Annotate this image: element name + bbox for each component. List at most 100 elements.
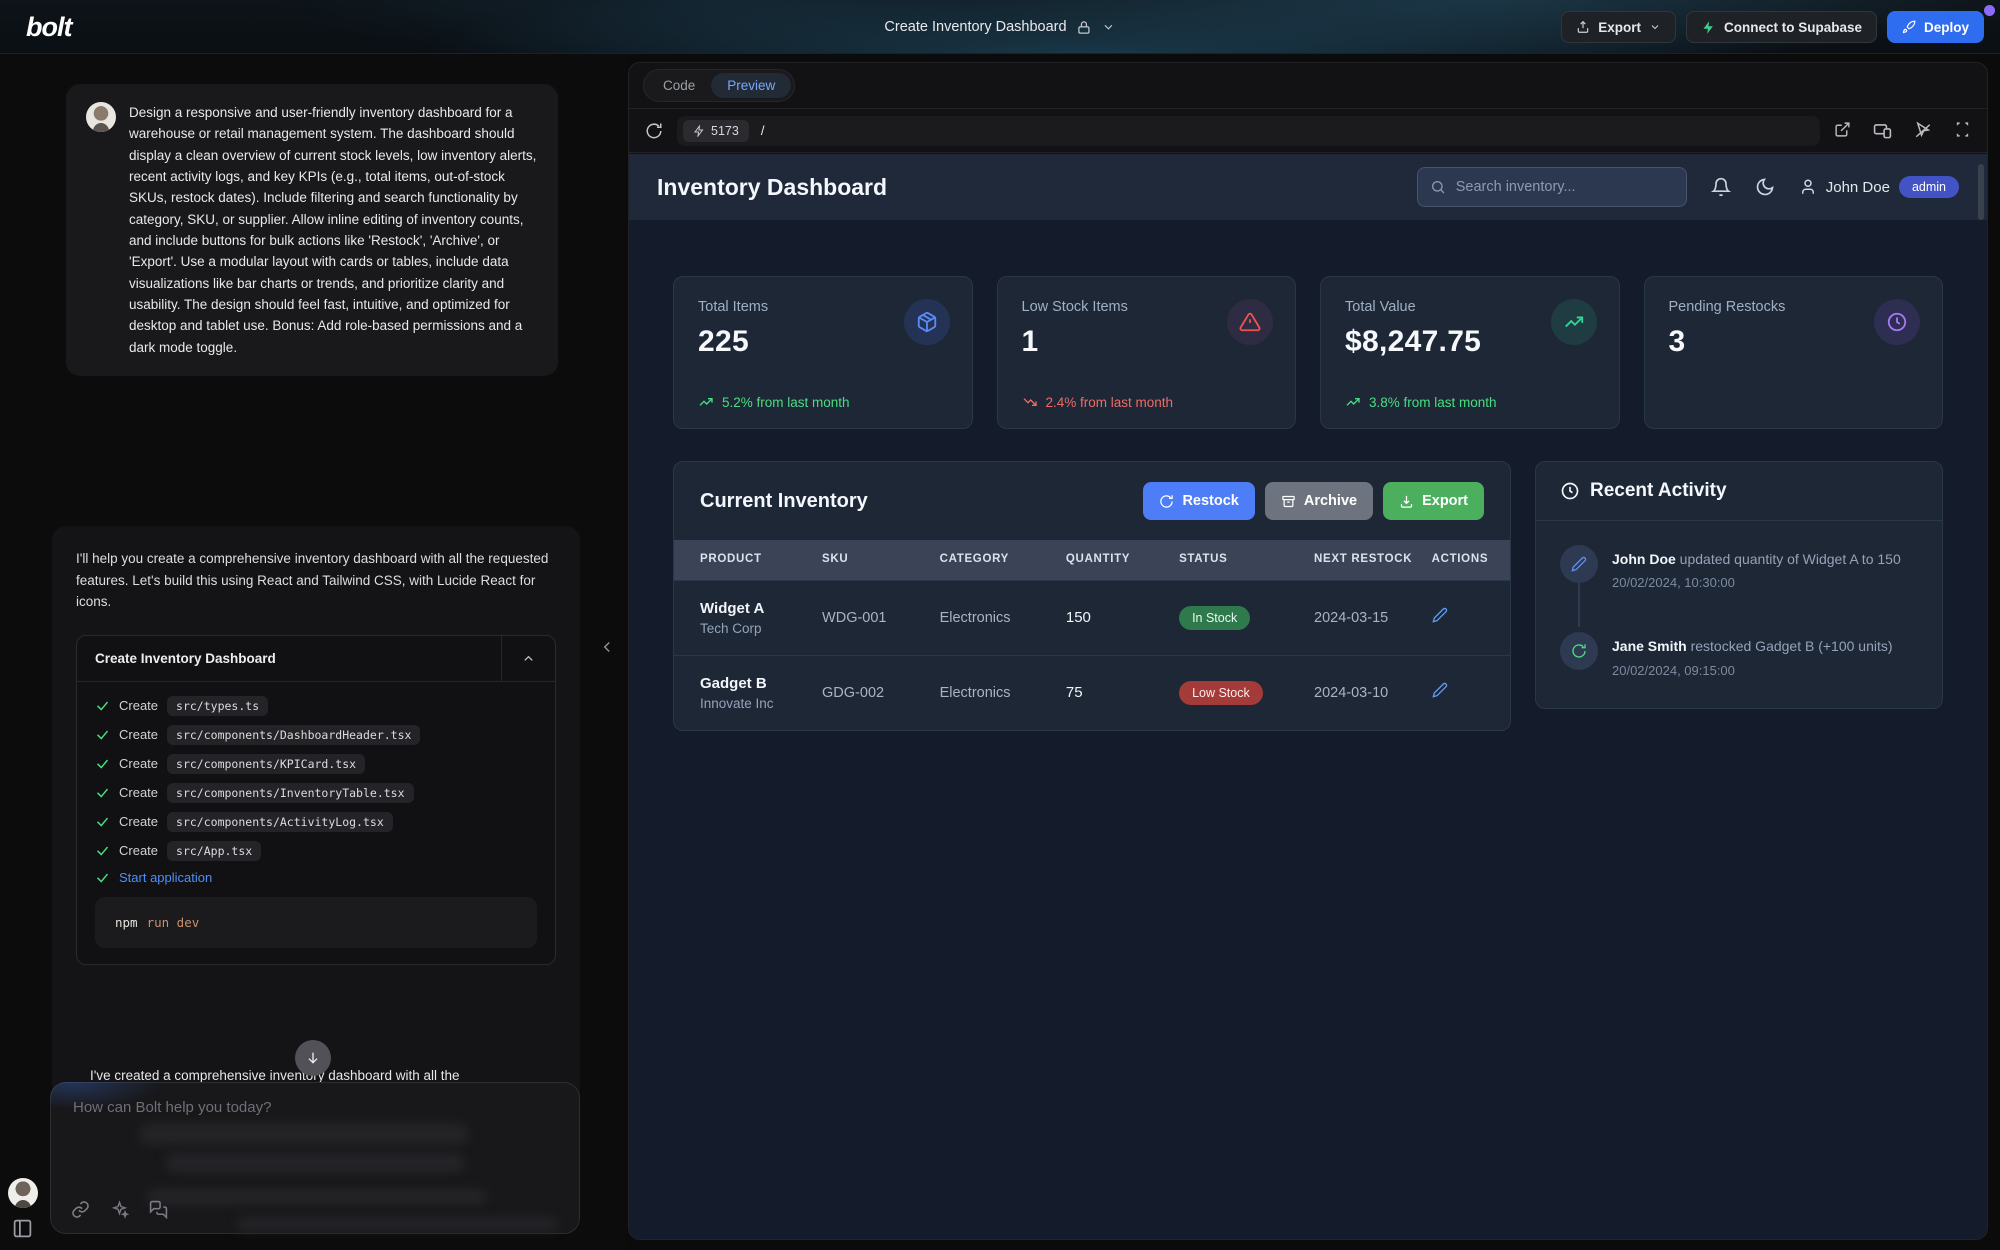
artifact-step[interactable]: Create src/types.ts xyxy=(95,696,537,716)
dashboard-title: Inventory Dashboard xyxy=(657,174,887,201)
artifact-card: Create Inventory Dashboard Create src/ty… xyxy=(76,635,556,965)
table-row[interactable]: Widget A Tech Corp WDG-001 Electronics 1… xyxy=(674,580,1510,655)
port-pill[interactable]: 5173 xyxy=(683,120,749,142)
redacted-text xyxy=(165,1153,465,1173)
collapse-chat-button[interactable] xyxy=(598,638,616,656)
product-name: Widget A xyxy=(700,600,812,617)
clock-icon xyxy=(1560,481,1580,501)
user-menu[interactable]: John Doe admin xyxy=(1799,176,1959,198)
chevron-up-icon xyxy=(521,651,536,666)
devices-icon[interactable] xyxy=(1873,121,1892,140)
col-next-restock[interactable]: Next Restock xyxy=(1314,540,1432,580)
archive-button[interactable]: Archive xyxy=(1265,482,1373,520)
inventory-title: Current Inventory xyxy=(700,490,868,513)
inventory-search[interactable] xyxy=(1417,167,1687,207)
deploy-button[interactable]: Deploy xyxy=(1887,11,1984,43)
product-supplier: Tech Corp xyxy=(700,621,812,636)
terminal-command: npmrun dev xyxy=(95,897,537,948)
product-quantity[interactable]: 150 xyxy=(1066,580,1179,655)
trending-up-icon xyxy=(1551,299,1597,345)
user-avatar xyxy=(86,102,116,132)
export-button[interactable]: Export xyxy=(1561,11,1676,43)
file-path[interactable]: src/types.ts xyxy=(167,696,268,716)
check-icon xyxy=(95,698,110,713)
activity-actor: Jane Smith xyxy=(1612,638,1687,654)
product-category: Electronics xyxy=(940,655,1066,730)
artifact-step[interactable]: Create src/App.tsx xyxy=(95,841,537,861)
dashboard-header: Inventory Dashboard xyxy=(629,154,1987,220)
product-name: Gadget B xyxy=(700,675,812,692)
redacted-text xyxy=(147,1189,487,1205)
scroll-to-bottom-button[interactable] xyxy=(295,1040,331,1076)
col-category[interactable]: Category xyxy=(940,540,1066,580)
chevron-down-icon[interactable] xyxy=(1102,20,1116,34)
deploy-label: Deploy xyxy=(1924,20,1969,35)
file-path[interactable]: src/App.tsx xyxy=(167,841,261,861)
col-quantity[interactable]: Quantity xyxy=(1066,540,1179,580)
sparkles-icon[interactable] xyxy=(110,1200,129,1219)
product-quantity[interactable]: 75 xyxy=(1066,655,1179,730)
connect-supabase-button[interactable]: Connect to Supabase xyxy=(1686,11,1877,43)
artifact-collapse-button[interactable] xyxy=(501,636,555,681)
clock-icon xyxy=(1874,299,1920,345)
trend-text: 2.4% from last month xyxy=(1046,395,1174,410)
preview-viewport: Inventory Dashboard xyxy=(629,154,1987,1240)
chat-input-box[interactable] xyxy=(50,1082,580,1234)
product-supplier: Innovate Inc xyxy=(700,696,812,711)
activity-action: updated quantity of Widget A to 150 xyxy=(1680,551,1901,567)
project-title-menu[interactable]: Create Inventory Dashboard xyxy=(884,0,1115,54)
product-category: Electronics xyxy=(940,580,1066,655)
edit-row-button[interactable] xyxy=(1432,682,1448,698)
redacted-text xyxy=(139,1123,469,1145)
start-application-label: Start application xyxy=(119,870,212,885)
activity-item: John Doe updated quantity of Widget A to… xyxy=(1560,545,1918,590)
url-field[interactable]: 5173 / xyxy=(677,116,1820,146)
file-path[interactable]: src/components/ActivityLog.tsx xyxy=(167,812,393,832)
col-product[interactable]: Product xyxy=(674,540,822,580)
artifact-step[interactable]: Create src/components/DashboardHeader.ts… xyxy=(95,725,537,745)
kpi-card-total-items: Total Items 225 5.2% from last month xyxy=(673,276,973,429)
link-attach-icon[interactable] xyxy=(71,1200,90,1219)
refresh-icon xyxy=(1560,632,1598,670)
file-path[interactable]: src/components/InventoryTable.tsx xyxy=(167,783,413,803)
fullscreen-icon[interactable] xyxy=(1954,121,1971,140)
tab-code[interactable]: Code xyxy=(647,73,711,98)
restock-button[interactable]: Restock xyxy=(1143,482,1254,520)
edit-row-button[interactable] xyxy=(1432,607,1448,623)
col-actions[interactable]: Actions xyxy=(1432,540,1510,580)
inspector-off-icon[interactable] xyxy=(1914,121,1932,140)
dark-mode-toggle-icon[interactable] xyxy=(1755,177,1775,197)
preview-scrollbar[interactable] xyxy=(1978,164,1984,220)
artifact-step[interactable]: Create src/components/ActivityLog.tsx xyxy=(95,812,537,832)
file-path[interactable]: src/components/KPICard.tsx xyxy=(167,754,365,774)
step-action: Create xyxy=(119,698,158,713)
bell-icon[interactable] xyxy=(1711,177,1731,197)
export-csv-button[interactable]: Export xyxy=(1383,482,1484,520)
artifact-step[interactable]: Create src/components/InventoryTable.tsx xyxy=(95,783,537,803)
table-row[interactable]: Gadget B Innovate Inc GDG-002 Electronic… xyxy=(674,655,1510,730)
search-input[interactable] xyxy=(1456,179,1674,195)
trend-text: 3.8% from last month xyxy=(1369,395,1497,410)
sidebar-toggle-icon[interactable] xyxy=(12,1218,33,1239)
account-avatar[interactable] xyxy=(8,1178,38,1208)
user-message-text: Design a responsive and user-friendly in… xyxy=(129,102,538,358)
step-action: Create xyxy=(119,843,158,858)
chat-panel: Design a responsive and user-friendly in… xyxy=(0,54,626,1250)
reload-icon[interactable] xyxy=(645,122,663,140)
col-sku[interactable]: SKU xyxy=(822,540,940,580)
zap-icon xyxy=(693,125,705,137)
timeline-connector xyxy=(1578,583,1580,627)
col-status[interactable]: Status xyxy=(1179,540,1314,580)
inventory-table: Product SKU Category Quantity Status Nex… xyxy=(674,540,1510,730)
check-icon xyxy=(95,756,110,771)
workbench-panel: Code Preview 5173 / xyxy=(628,62,1988,1240)
open-external-icon[interactable] xyxy=(1834,121,1851,140)
artifact-step[interactable]: Create src/components/KPICard.tsx xyxy=(95,754,537,774)
tab-preview[interactable]: Preview xyxy=(711,73,791,98)
archive-icon xyxy=(1281,494,1296,509)
command-name: npm xyxy=(115,915,138,930)
chat-icon[interactable] xyxy=(149,1200,168,1219)
start-application-step[interactable]: Start application xyxy=(95,870,537,885)
file-path[interactable]: src/components/DashboardHeader.tsx xyxy=(167,725,420,745)
bolt-logo[interactable]: bolt xyxy=(26,12,71,43)
